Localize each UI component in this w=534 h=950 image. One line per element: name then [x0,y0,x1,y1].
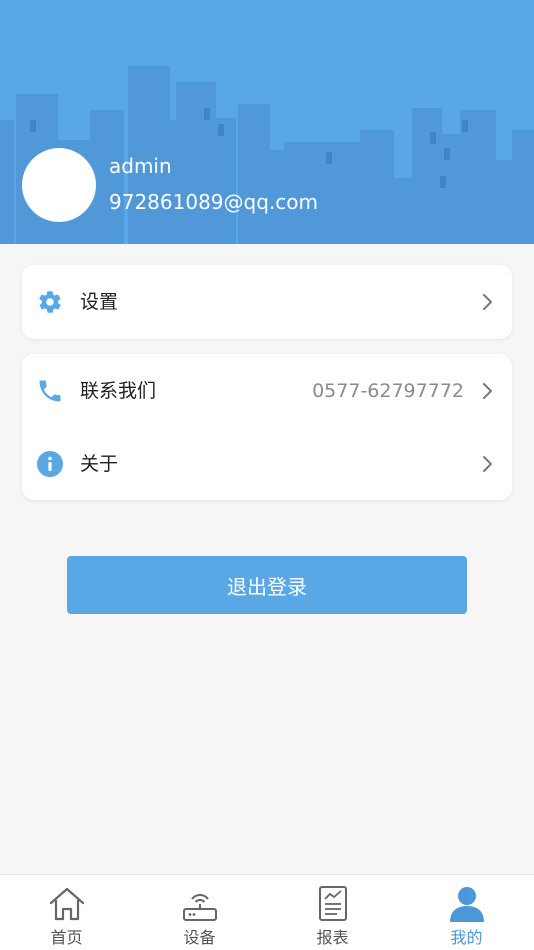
user-email: 972861089@qq.com [109,190,318,214]
home-icon [47,885,87,923]
router-icon [180,885,220,923]
menu-item-settings[interactable]: 设置 [22,265,512,339]
tab-devices[interactable]: 设备 [133,875,266,950]
chevron-right-icon [480,455,494,473]
tab-mine-label: 我的 [450,928,483,947]
settings-label: 设置 [80,291,119,313]
avatar[interactable] [22,148,96,222]
tab-devices-label: 设备 [183,928,216,947]
tab-mine[interactable]: 我的 [400,875,533,950]
chevron-right-icon [480,293,494,311]
info-icon [36,450,64,478]
profile-header: admin 972861089@qq.com [0,0,534,244]
gear-icon [36,288,64,316]
settings-card: 设置 [22,265,512,339]
contact-label: 联系我们 [80,380,157,402]
info-card: 联系我们 0577-62797772 关于 [22,354,512,500]
logout-button[interactable]: 退出登录 [67,556,467,614]
report-icon [313,885,353,923]
about-label: 关于 [80,453,119,475]
contact-phone-number: 0577-62797772 [312,380,464,402]
tab-reports[interactable]: 报表 [266,875,399,950]
chevron-right-icon [480,382,494,400]
tab-reports-label: 报表 [316,928,349,947]
bottom-tab-bar: 首页 设备 报表 我的 [0,874,534,950]
username: admin [109,154,172,178]
menu-item-about[interactable]: 关于 [22,427,512,501]
phone-icon [36,377,64,405]
tab-home[interactable]: 首页 [0,875,133,950]
menu-item-contact[interactable]: 联系我们 0577-62797772 [22,354,512,428]
person-icon [447,885,487,923]
tab-home-label: 首页 [50,928,83,947]
